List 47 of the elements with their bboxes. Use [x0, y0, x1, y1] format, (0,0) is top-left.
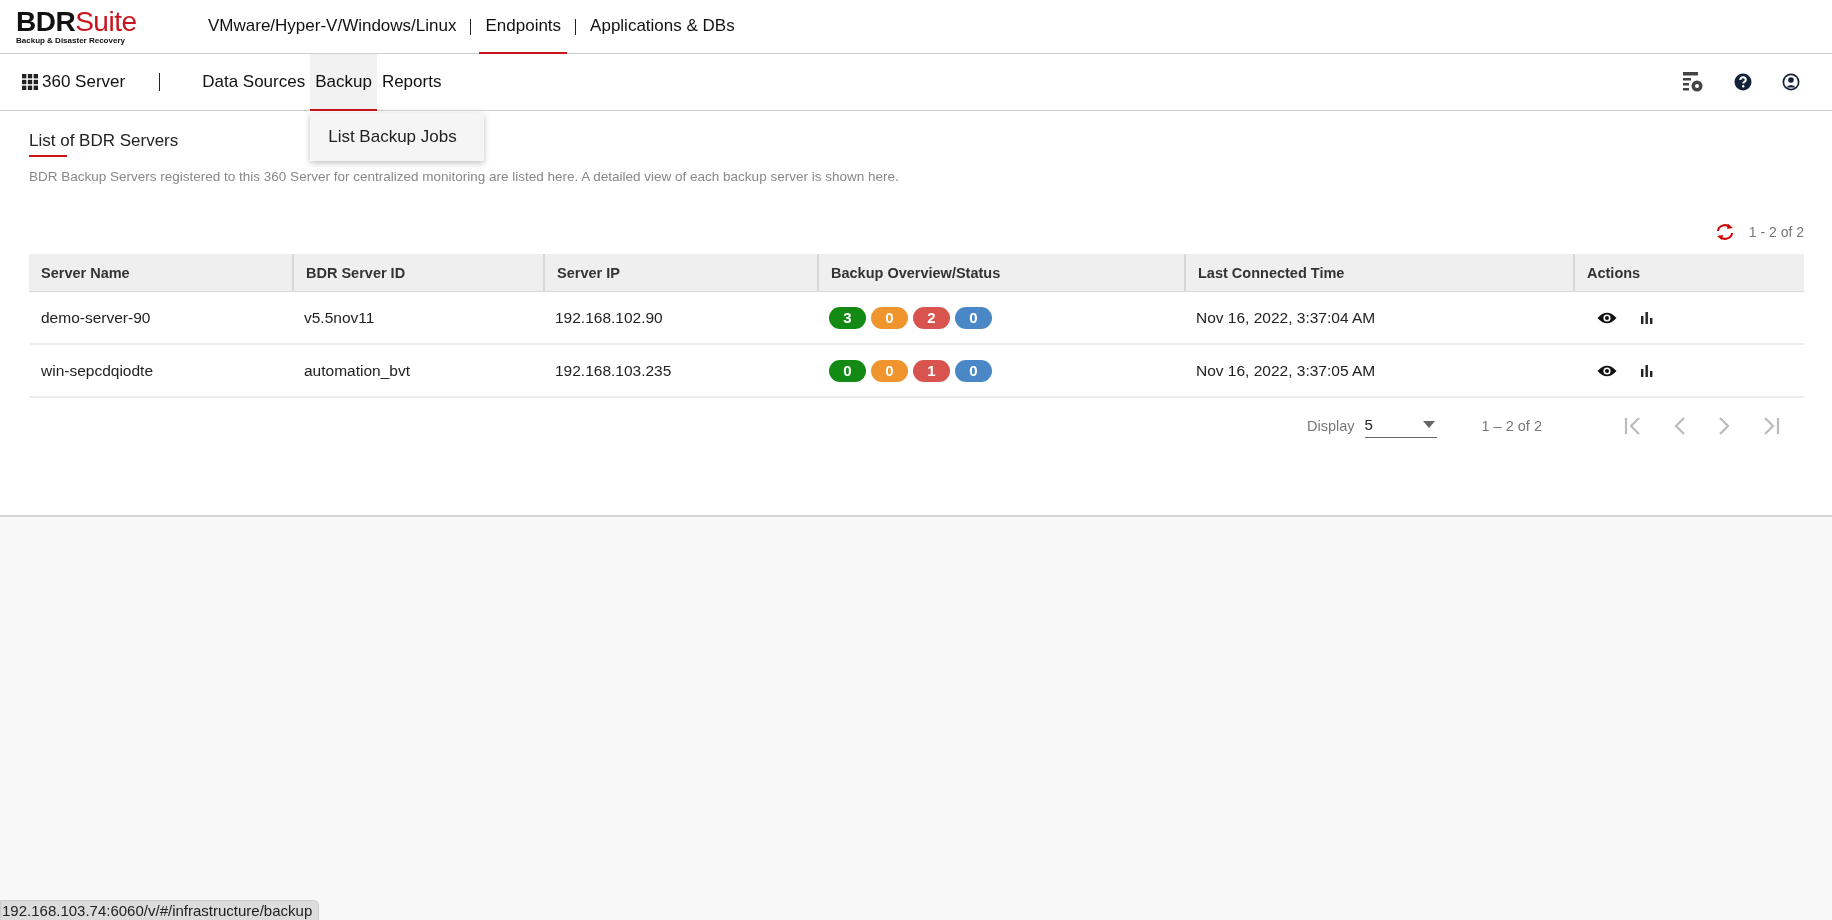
table-cell-text: 192.168.102.90: [554, 308, 664, 327]
column-header[interactable]: Last Connected Time: [1184, 254, 1573, 291]
column-header[interactable]: BDR Server ID: [292, 254, 543, 291]
record-range: 1 - 2 of 2: [1748, 224, 1804, 240]
page-range: 1 – 2 of 2: [1481, 418, 1542, 434]
status-count: 0: [955, 306, 992, 329]
table-cell-text: Nov 16, 2022, 3:37:05 AM: [1195, 361, 1377, 380]
menu-tab[interactable]: Backup: [310, 54, 377, 111]
page-size-select[interactable]: 5: [1364, 414, 1437, 438]
status-count: 0: [829, 359, 866, 382]
refresh-icon[interactable]: [1714, 223, 1735, 241]
status-count: 2: [913, 306, 950, 329]
status-count: 0: [871, 359, 908, 382]
display-label: Display: [1307, 418, 1355, 434]
nav-tab[interactable]: Applications & DBs: [584, 0, 741, 54]
status-count: 1: [913, 359, 950, 382]
help-icon[interactable]: [1734, 73, 1752, 91]
server-settings-icon[interactable]: [1682, 71, 1704, 93]
logo: BDRSuite Backup & Disaster Recovery: [16, 4, 138, 47]
nav-tab[interactable]: VMware/Hyper-V/Windows/Linux: [202, 0, 463, 54]
status-count: 0: [955, 359, 992, 382]
grid-icon[interactable]: [22, 74, 38, 90]
table-cell-text: automation_bvt: [303, 361, 411, 380]
eye-icon[interactable]: [1597, 363, 1617, 378]
bar-chart-icon[interactable]: [1641, 364, 1653, 377]
link-preview: 192.168.103.74:6060/v/#/infrastructure/backup: [0, 900, 320, 920]
column-header[interactable]: Server Name: [29, 254, 292, 291]
eye-icon[interactable]: [1597, 310, 1617, 325]
status-count: 0: [871, 306, 908, 329]
column-header[interactable]: Backup Overview/Status: [817, 254, 1184, 291]
table-cell-text: win-sepcdqiodte: [40, 361, 154, 380]
column-header[interactable]: Server IP: [543, 254, 817, 291]
page-title: List of BDR Servers: [29, 131, 179, 159]
menu-tab[interactable]: Data Sources: [197, 54, 311, 111]
table-cell-text: v5.5nov11: [303, 308, 376, 327]
bar-chart-icon[interactable]: [1641, 311, 1653, 324]
menu-tab[interactable]: Reports: [376, 54, 447, 111]
status-count: 3: [829, 306, 866, 329]
app-name[interactable]: 360 Server: [42, 72, 126, 92]
table-cell-text: demo-server-90: [40, 308, 152, 327]
caret-icon: [1422, 421, 1435, 428]
page-description: BDR Backup Servers registered to this 360 Server for centralized monitoring are listed here. A detailed view of each backup server is shown here.: [29, 169, 900, 184]
menu-item[interactable]: List Backup Jobs: [310, 119, 485, 155]
column-header[interactable]: Actions: [1573, 254, 1804, 291]
table-cell-text: 192.168.103.235: [554, 361, 673, 380]
table-cell-text: Nov 16, 2022, 3:37:04 AM: [1195, 308, 1377, 327]
user-icon[interactable]: [1782, 73, 1800, 91]
